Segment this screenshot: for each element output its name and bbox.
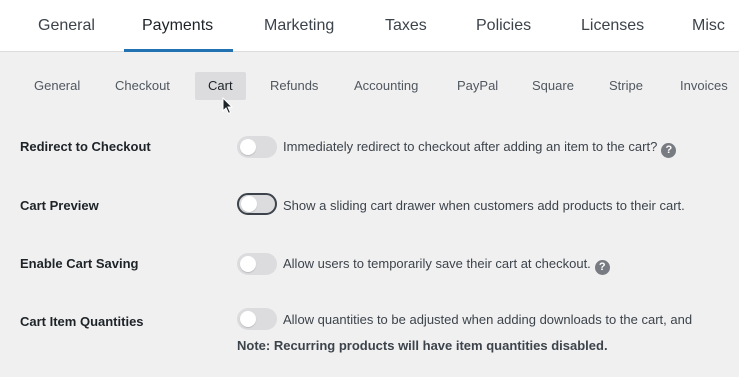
recurring-products-note: Note: Recurring products will have item … (237, 338, 608, 353)
setting-label-cart-preview: Cart Preview (20, 198, 99, 213)
sub-tab-cart[interactable]: Cart (195, 72, 246, 100)
setting-label-redirect-to-checkout: Redirect to Checkout (20, 139, 151, 154)
sub-tab-checkout[interactable]: Checkout (115, 72, 170, 100)
main-tab-general[interactable]: General (38, 0, 95, 51)
setting-desc-cart-preview: Show a sliding cart drawer when customer… (283, 198, 685, 213)
setting-label-enable-cart-saving: Enable Cart Saving (20, 256, 139, 271)
toggle-knob (240, 311, 256, 327)
enable-cart-saving-toggle[interactable] (237, 253, 277, 275)
setting-desc-redirect-to-checkout: Immediately redirect to checkout after a… (283, 139, 677, 158)
setting-desc-text: Allow users to temporarily save their ca… (283, 256, 591, 271)
sub-tab-stripe[interactable]: Stripe (609, 72, 643, 100)
question-circle-icon[interactable]: ? (661, 143, 677, 158)
main-tab-licenses[interactable]: Licenses (581, 0, 644, 51)
sub-tab-square[interactable]: Square (532, 72, 574, 100)
cart-item-quantities-toggle[interactable] (237, 308, 277, 330)
main-tab-marketing[interactable]: Marketing (264, 0, 334, 51)
main-tab-misc[interactable]: Misc (692, 0, 725, 51)
question-circle-icon[interactable]: ? (594, 260, 610, 275)
sub-tab-invoices[interactable]: Invoices (680, 72, 728, 100)
main-tab-policies[interactable]: Policies (476, 0, 531, 51)
sub-tab-general[interactable]: General (34, 72, 80, 100)
main-tab-bar: General Payments Marketing Taxes Policie… (0, 0, 739, 52)
mouse-cursor-icon (222, 97, 233, 115)
cart-preview-toggle[interactable] (237, 193, 277, 215)
redirect-to-checkout-toggle[interactable] (237, 136, 277, 158)
toggle-knob (240, 256, 256, 272)
toggle-knob (240, 139, 256, 155)
sub-tab-paypal[interactable]: PayPal (457, 72, 498, 100)
main-tab-taxes[interactable]: Taxes (385, 0, 427, 51)
setting-desc-enable-cart-saving: Allow users to temporarily save their ca… (283, 256, 610, 275)
toggle-knob (241, 196, 257, 212)
setting-desc-cart-item-quantities: Allow quantities to be adjusted when add… (283, 312, 693, 327)
main-tab-payments[interactable]: Payments (123, 0, 234, 52)
setting-desc-text: Immediately redirect to checkout after a… (283, 139, 658, 154)
setting-label-cart-item-quantities: Cart Item Quantities (20, 314, 144, 329)
sub-tab-refunds[interactable]: Refunds (270, 72, 318, 100)
sub-tab-accounting[interactable]: Accounting (354, 72, 418, 100)
